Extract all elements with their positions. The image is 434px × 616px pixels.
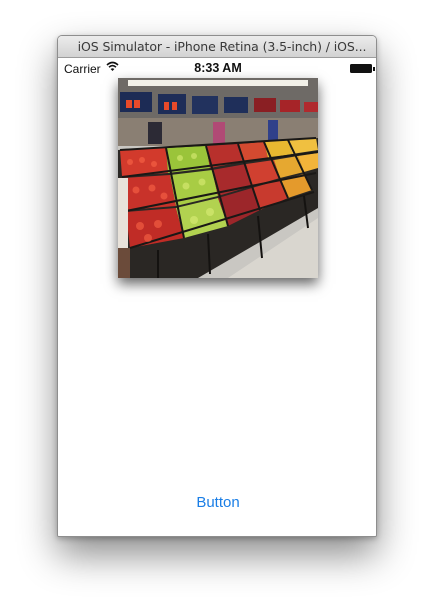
status-time: 8:33 AM: [194, 61, 242, 75]
simulator-window: iOS Simulator - iPhone Retina (3.5-inch)…: [57, 35, 377, 537]
fruit-display-image: [118, 78, 318, 278]
window-titlebar[interactable]: iOS Simulator - iPhone Retina (3.5-inch)…: [58, 36, 376, 58]
battery-icon: [350, 64, 375, 73]
status-bar: Carrier 8:33 AM: [58, 58, 376, 78]
fruit-photo: [118, 78, 318, 278]
device-screen: Carrier 8:33 AM Button: [58, 58, 376, 536]
window-title: iOS Simulator - iPhone Retina (3.5-inch)…: [77, 39, 367, 54]
button[interactable]: Button: [58, 494, 376, 511]
